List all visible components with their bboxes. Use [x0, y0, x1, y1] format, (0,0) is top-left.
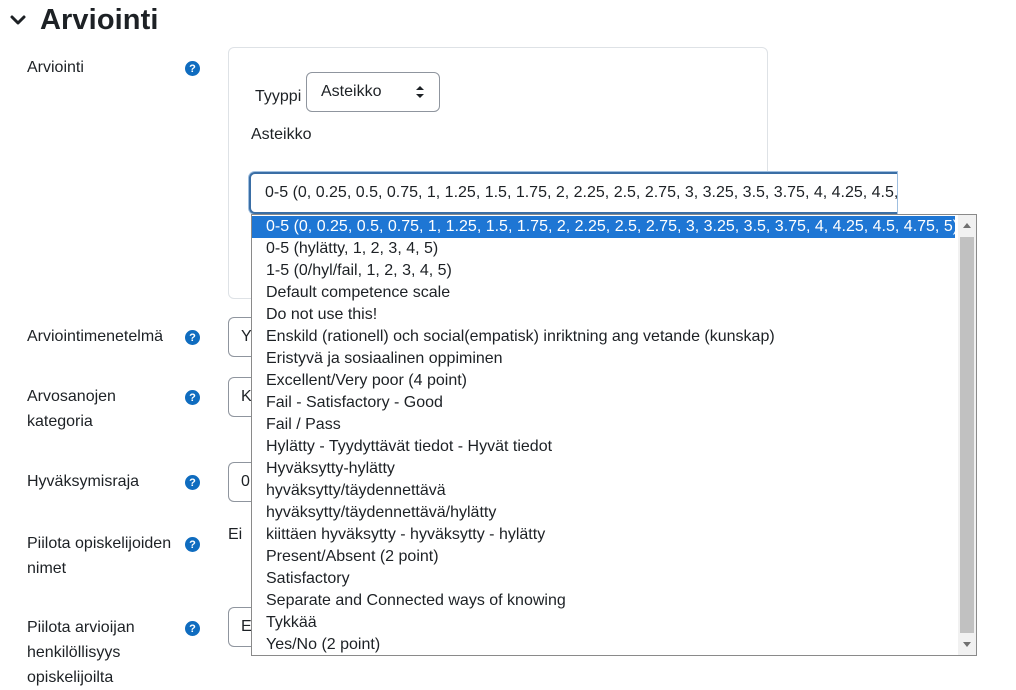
- dropdown-option[interactable]: Hylätty - Tyydyttävät tiedot - Hyvät tie…: [252, 436, 955, 458]
- select-arrows-icon: [416, 86, 424, 98]
- piilota-arvioijan-label-3: opiskelijoilta: [27, 669, 114, 686]
- section-header[interactable]: Arviointi: [8, 2, 159, 38]
- question-circle-icon[interactable]: ?: [185, 475, 200, 490]
- scale-select-value: 0-5 (0, 0.25, 0.5, 0.75, 1, 1.25, 1.5, 1…: [265, 184, 897, 201]
- dropdown-option[interactable]: Fail - Satisfactory - Good: [252, 392, 955, 414]
- arviointimenetelma-label: Arviointimenetelmä: [27, 328, 164, 345]
- scale-options: 0-5 (0, 0.25, 0.5, 0.75, 1, 1.25, 1.5, 1…: [252, 216, 955, 656]
- piilota-arvioijan-label-1: Piilota arvioijan: [27, 619, 135, 636]
- scale-dropdown-list[interactable]: 0-5 (0, 0.25, 0.5, 0.75, 1, 1.25, 1.5, 1…: [251, 214, 977, 656]
- scroll-down-icon[interactable]: [963, 642, 971, 647]
- dropdown-option[interactable]: Excellent/Very poor (4 point): [252, 370, 955, 392]
- piilota-opiskelijoiden-label-2: nimet: [27, 560, 67, 577]
- dropdown-option[interactable]: 0-5 (0, 0.25, 0.5, 0.75, 1, 1.25, 1.5, 1…: [252, 216, 955, 238]
- arviointi-label: Arviointi: [27, 59, 84, 76]
- dropdown-option[interactable]: Present/Absent (2 point): [252, 546, 955, 568]
- type-select[interactable]: Asteikko: [306, 72, 440, 112]
- question-circle-icon[interactable]: ?: [185, 61, 200, 76]
- dropdown-option[interactable]: Yes/No (2 point): [252, 634, 955, 656]
- dropdown-option[interactable]: hyväksytty/täydennettävä/hylätty: [252, 502, 955, 524]
- grade-to-pass-value: 0: [241, 473, 250, 490]
- question-circle-icon[interactable]: ?: [185, 621, 200, 636]
- dropdown-option[interactable]: Satisfactory: [252, 568, 955, 590]
- scale-select[interactable]: 0-5 (0, 0.25, 0.5, 0.75, 1, 1.25, 1.5, 1…: [249, 172, 897, 214]
- scroll-thumb[interactable]: [960, 237, 974, 633]
- type-select-value: Asteikko: [321, 83, 382, 100]
- hide-student-names-value: Ei: [228, 526, 243, 543]
- arvosanojen-label-1: Arvosanojen: [27, 388, 116, 405]
- question-circle-icon[interactable]: ?: [185, 537, 200, 552]
- dropdown-option[interactable]: 1-5 (0/hyl/fail, 1, 2, 3, 4, 5): [252, 260, 955, 282]
- piilota-arvioijan-label-2: henkilöllisyys: [27, 644, 121, 661]
- dropdown-scrollbar[interactable]: [958, 215, 976, 655]
- asteikko-label: Asteikko: [251, 126, 312, 143]
- dropdown-option[interactable]: Default competence scale: [252, 282, 955, 304]
- dropdown-option[interactable]: Hyväksytty-hylätty: [252, 458, 955, 480]
- dropdown-option[interactable]: Enskild (rationell) och social(empatisk)…: [252, 326, 955, 348]
- hyvaksymisraja-label: Hyväksymisraja: [27, 473, 140, 490]
- dropdown-option[interactable]: Separate and Connected ways of knowing: [252, 590, 955, 612]
- dropdown-option[interactable]: Fail / Pass: [252, 414, 955, 436]
- dropdown-option[interactable]: 0-5 (hylätty, 1, 2, 3, 4, 5): [252, 238, 955, 260]
- section-title: Arviointi: [40, 3, 159, 36]
- dropdown-option[interactable]: hyväksytty/täydennettävä: [252, 480, 955, 502]
- arvosanojen-label-2: kategoria: [27, 413, 93, 430]
- dropdown-option[interactable]: Eristyvä ja sosiaalinen oppiminen: [252, 348, 955, 370]
- question-circle-icon[interactable]: ?: [185, 390, 200, 405]
- chevron-down-icon[interactable]: [8, 10, 28, 30]
- dropdown-option[interactable]: Tykkää: [252, 612, 955, 634]
- question-circle-icon[interactable]: ?: [185, 330, 200, 345]
- dropdown-option[interactable]: kiittäen hyväksytty - hyväksytty - hylät…: [252, 524, 955, 546]
- dropdown-option[interactable]: Do not use this!: [252, 304, 955, 326]
- scroll-up-icon[interactable]: [963, 223, 971, 228]
- piilota-opiskelijoiden-label-1: Piilota opiskelijoiden: [27, 535, 172, 552]
- tyyppi-label: Tyyppi: [255, 88, 302, 105]
